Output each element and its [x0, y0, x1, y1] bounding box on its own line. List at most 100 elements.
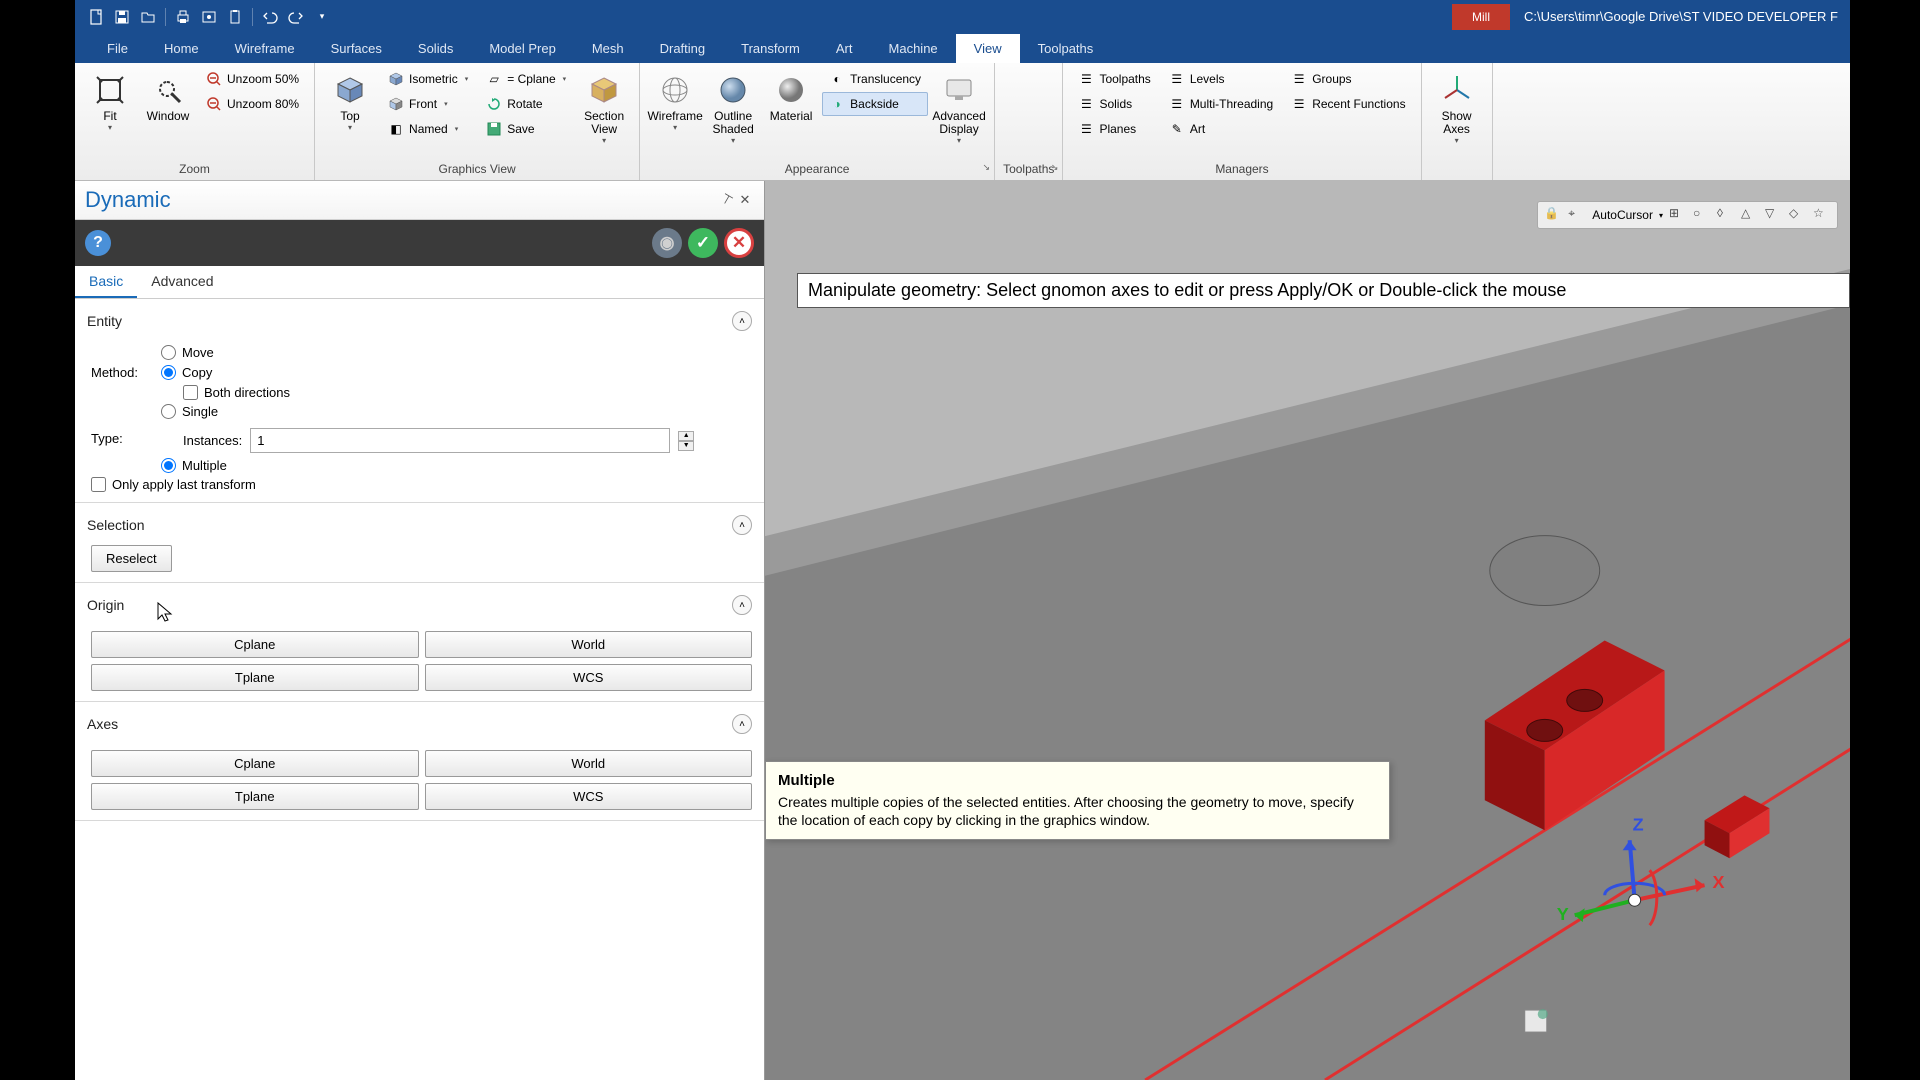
redo-icon[interactable] [285, 6, 307, 28]
mgr-recent-button[interactable]: ☰Recent Functions [1284, 92, 1412, 116]
axes-tplane-button[interactable]: Tplane [91, 783, 419, 810]
instances-input[interactable] [250, 428, 670, 453]
advanced-display-button[interactable]: Advanced Display▾ [932, 67, 986, 150]
instances-down[interactable]: ▼ [678, 441, 694, 451]
show-axes-button[interactable]: Show Axes▾ [1430, 67, 1484, 150]
pin-icon[interactable]: ⊤ [718, 191, 736, 209]
close-icon[interactable]: ✕ [736, 191, 754, 209]
tab-file[interactable]: File [89, 34, 146, 63]
mgr-levels-button[interactable]: ☰Levels [1162, 67, 1280, 91]
type-single-radio[interactable]: Single [161, 404, 752, 419]
tab-mesh[interactable]: Mesh [574, 34, 642, 63]
tab-modelprep[interactable]: Model Prep [471, 34, 573, 63]
snap-icon[interactable]: ◊ [1717, 206, 1735, 224]
mgr-planes-button[interactable]: ☰Planes [1071, 117, 1157, 141]
type-multiple-radio[interactable]: Multiple [161, 458, 752, 473]
tab-drafting[interactable]: Drafting [642, 34, 724, 63]
lock-icon[interactable]: 🔒 [1544, 206, 1562, 224]
save-icon[interactable] [111, 6, 133, 28]
tab-surfaces[interactable]: Surfaces [313, 34, 400, 63]
origin-cplane-button[interactable]: Cplane [91, 631, 419, 658]
cursor-icon[interactable]: ⌖ [1568, 206, 1586, 224]
material-button[interactable]: Material [764, 67, 818, 128]
type-label: Type: [91, 431, 161, 446]
screenshot-icon[interactable] [198, 6, 220, 28]
axes-world-button[interactable]: World [425, 750, 753, 777]
selection-section-header[interactable]: Selection ˄ [87, 511, 752, 539]
entity-section-header[interactable]: Entity ˄ [87, 307, 752, 335]
fit-button[interactable]: Fit▾ [83, 67, 137, 137]
named-button[interactable]: ◧Named▾ [381, 117, 475, 141]
cancel-button[interactable]: ✕ [724, 228, 754, 258]
backside-button[interactable]: ◑Backside [822, 92, 928, 116]
origin-wcs-button[interactable]: WCS [425, 664, 753, 691]
wireframe-shade-button[interactable]: Wireframe▾ [648, 67, 702, 137]
undo-icon[interactable] [259, 6, 281, 28]
svg-text:Y: Y [1557, 904, 1569, 924]
instances-up[interactable]: ▲ [678, 431, 694, 441]
print-icon[interactable] [172, 6, 194, 28]
snap-icon[interactable]: △ [1741, 206, 1759, 224]
tab-home[interactable]: Home [146, 34, 217, 63]
mgr-toolpaths-button[interactable]: ☰Toolpaths [1071, 67, 1157, 91]
rotate-icon [486, 96, 502, 112]
only-last-checkbox[interactable]: Only apply last transform [91, 477, 752, 492]
graphics-viewport[interactable]: X Y Z [765, 181, 1850, 1080]
tooltip-title: Multiple [778, 772, 1377, 789]
launcher-icon[interactable]: ↘ [1051, 162, 1059, 173]
window-button[interactable]: Window [141, 67, 195, 128]
unzoom-80-button[interactable]: Unzoom 80% [199, 92, 306, 116]
snap-icon[interactable]: ▽ [1765, 206, 1783, 224]
material-sphere-icon [773, 72, 809, 108]
new-icon[interactable] [85, 6, 107, 28]
both-directions-checkbox[interactable]: Both directions [183, 385, 290, 400]
tab-toolpaths[interactable]: Toolpaths [1020, 34, 1112, 63]
origin-section-header[interactable]: Origin ˄ [87, 591, 752, 619]
command-prompt: Manipulate geometry: Select gnomon axes … [797, 273, 1850, 308]
method-copy-radio[interactable]: Copy [161, 365, 290, 380]
origin-world-button[interactable]: World [425, 631, 753, 658]
qat-customize-icon[interactable]: ▾ [311, 6, 333, 28]
ok-button[interactable]: ✓ [688, 228, 718, 258]
snap-icon[interactable]: ○ [1693, 206, 1711, 224]
art-icon: ✎ [1169, 121, 1185, 137]
tab-view[interactable]: View [956, 34, 1020, 63]
advanced-tab[interactable]: Advanced [137, 266, 227, 298]
launcher-icon[interactable]: ↘ [983, 162, 991, 173]
section-view-button[interactable]: Section View▾ [577, 67, 631, 150]
mgr-multithreading-button[interactable]: ☰Multi-Threading [1162, 92, 1280, 116]
outline-shaded-button[interactable]: Outline Shaded▾ [706, 67, 760, 150]
axes-section-header[interactable]: Axes ˄ [87, 710, 752, 738]
tab-machine[interactable]: Machine [871, 34, 956, 63]
axes-wcs-button[interactable]: WCS [425, 783, 753, 810]
tab-solids[interactable]: Solids [400, 34, 471, 63]
basic-tab[interactable]: Basic [75, 266, 137, 298]
method-move-radio[interactable]: Move [161, 345, 290, 360]
origin-tplane-button[interactable]: Tplane [91, 664, 419, 691]
mgr-art-button[interactable]: ✎Art [1162, 117, 1280, 141]
save-view-button[interactable]: Save [479, 117, 573, 141]
top-view-button[interactable]: Top▾ [323, 67, 377, 137]
tab-transform[interactable]: Transform [723, 34, 818, 63]
rotate-button[interactable]: Rotate [479, 92, 573, 116]
mgr-solids-button[interactable]: ☰Solids [1071, 92, 1157, 116]
apply-button[interactable]: ◉ [652, 228, 682, 258]
isometric-button[interactable]: Isometric▾ [381, 67, 475, 91]
snap-icon[interactable]: ⊞ [1669, 206, 1687, 224]
autocursor-label[interactable]: AutoCursor [1592, 208, 1653, 222]
open-icon[interactable] [137, 6, 159, 28]
translucency-button[interactable]: ◐Translucency [822, 67, 928, 91]
cplane-view-button[interactable]: ▱= Cplane▾ [479, 67, 573, 91]
front-button[interactable]: Front▾ [381, 92, 475, 116]
tab-art[interactable]: Art [818, 34, 871, 63]
help-button[interactable]: ? [85, 230, 111, 256]
mgr-groups-button[interactable]: ☰Groups [1284, 67, 1412, 91]
axes-cplane-button[interactable]: Cplane [91, 750, 419, 777]
clipboard-icon[interactable] [224, 6, 246, 28]
snap-icon[interactable]: ☆ [1813, 206, 1831, 224]
tooltip-body: Creates multiple copies of the selected … [778, 793, 1377, 829]
tab-wireframe[interactable]: Wireframe [217, 34, 313, 63]
reselect-button[interactable]: Reselect [91, 545, 172, 572]
unzoom-50-button[interactable]: Unzoom 50% [199, 67, 306, 91]
snap-icon[interactable]: ◇ [1789, 206, 1807, 224]
